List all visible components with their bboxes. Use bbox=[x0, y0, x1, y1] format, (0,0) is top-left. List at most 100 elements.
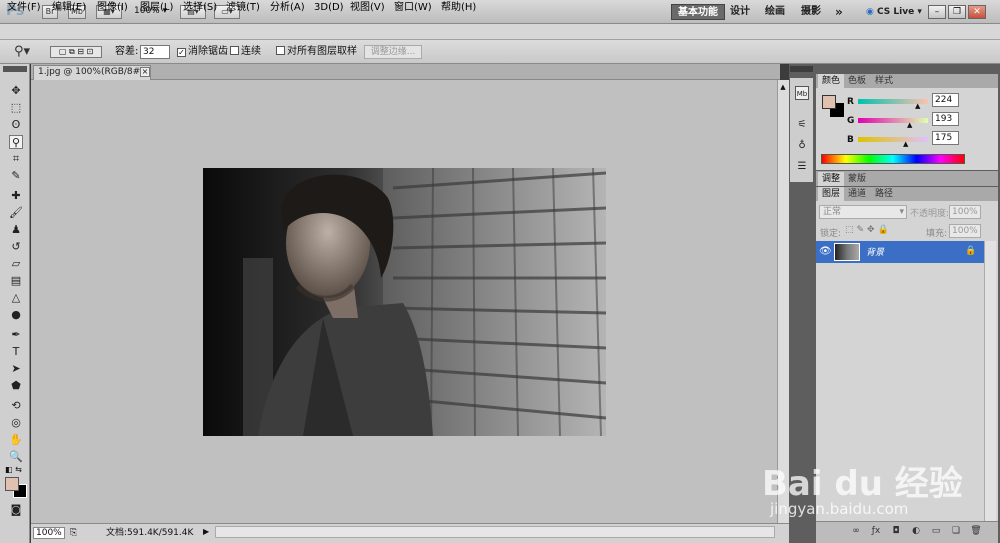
minimize-button[interactable]: – bbox=[928, 5, 946, 19]
menu-view[interactable]: 视图(V) bbox=[350, 1, 385, 15]
menu-window[interactable]: 窗口(W) bbox=[394, 1, 432, 15]
workspace-painting[interactable]: 绘画 bbox=[765, 4, 785, 20]
sample-all-layers-checkbox[interactable]: 对所有图层取样 bbox=[276, 45, 357, 59]
foreground-color-swatch[interactable] bbox=[5, 477, 19, 491]
blend-mode-select[interactable]: 正常 ▾ bbox=[819, 205, 907, 219]
opacity-input[interactable]: 100% bbox=[949, 205, 981, 219]
adjustment-layer-icon[interactable]: ◐ bbox=[910, 525, 922, 537]
blur-tool-icon[interactable]: △ bbox=[9, 291, 23, 305]
antialias-checkbox[interactable]: ✓ 消除锯齿 bbox=[177, 45, 228, 59]
selection-mode-icons[interactable]: ▢ ⧉ ⊟ ⊡ bbox=[50, 46, 102, 58]
actions-panel-icon[interactable]: ☰ bbox=[795, 160, 809, 174]
toolbox-grip[interactable] bbox=[3, 66, 27, 72]
lock-label: 锁定: bbox=[820, 229, 842, 239]
layers-scrollbar[interactable] bbox=[984, 241, 996, 521]
menu-file[interactable]: 文件(F) bbox=[7, 1, 41, 15]
menu-layer[interactable]: 图层(L) bbox=[140, 1, 173, 15]
eyedropper-tool-icon[interactable]: ✎ bbox=[9, 169, 23, 183]
3d-orbit-tool-icon[interactable]: ◎ bbox=[9, 416, 23, 430]
dock-grip[interactable] bbox=[790, 66, 813, 72]
eye-visibility-icon[interactable]: 👁 bbox=[819, 246, 832, 257]
layer-style-icon[interactable]: ƒx bbox=[870, 525, 882, 537]
gradient-tool-icon[interactable]: ▤ bbox=[9, 274, 23, 288]
menu-analysis[interactable]: 分析(A) bbox=[270, 1, 305, 15]
menu-help[interactable]: 帮助(H) bbox=[441, 1, 476, 15]
r-slider-handle-icon[interactable]: ▲ bbox=[915, 102, 920, 110]
3d-rotate-tool-icon[interactable]: ⟲ bbox=[9, 399, 23, 413]
menu-image[interactable]: 图像(I) bbox=[97, 1, 128, 15]
type-tool-icon[interactable]: T bbox=[9, 345, 23, 359]
g-slider[interactable] bbox=[858, 118, 928, 123]
refine-edge-button[interactable]: 调整边缘... bbox=[364, 45, 422, 59]
menu-filter[interactable]: 滤镜(T) bbox=[226, 1, 260, 15]
eraser-tool-icon[interactable]: ▱ bbox=[9, 257, 23, 271]
trash-icon[interactable]: 🗑 bbox=[970, 525, 982, 537]
add-mask-icon[interactable]: ◘ bbox=[890, 525, 902, 537]
marquee-tool-icon[interactable]: ⬚ bbox=[9, 101, 23, 115]
new-layer-icon[interactable]: ❏ bbox=[950, 525, 962, 537]
close-button[interactable]: ✕ bbox=[968, 5, 986, 19]
cs-live-menu[interactable]: ◉ CS Live ▾ bbox=[866, 4, 922, 20]
menu-select[interactable]: 选择(S) bbox=[183, 1, 217, 15]
scroll-up-icon[interactable]: ▲ bbox=[778, 82, 788, 92]
menu-3d[interactable]: 3D(D) bbox=[314, 1, 344, 15]
dodge-tool-icon[interactable]: ● bbox=[9, 308, 23, 322]
lasso-tool-icon[interactable]: ʘ bbox=[9, 118, 23, 132]
fill-input[interactable]: 100% bbox=[949, 224, 981, 238]
menu-edit[interactable]: 编辑(E) bbox=[52, 1, 86, 15]
close-document-icon[interactable]: × bbox=[140, 67, 150, 77]
status-menu-arrow-icon[interactable]: ▶ bbox=[203, 527, 209, 536]
healing-brush-tool-icon[interactable]: ✚ bbox=[9, 189, 23, 203]
zoom-tool-icon[interactable]: 🔍 bbox=[9, 450, 23, 464]
mini-bridge-panel-icon[interactable]: Mb bbox=[795, 86, 809, 100]
crop-tool-icon[interactable]: ⌗ bbox=[9, 152, 23, 166]
shape-tool-icon[interactable]: ⬟ bbox=[9, 379, 23, 393]
workspace-essentials[interactable]: 基本功能 bbox=[671, 4, 725, 20]
quick-mask-icon[interactable]: ◙ bbox=[9, 503, 23, 517]
tool-presets-panel-icon[interactable]: ⚟ bbox=[795, 118, 809, 132]
color-spectrum-bar[interactable] bbox=[821, 154, 965, 164]
horizontal-scrollbar[interactable] bbox=[215, 526, 775, 538]
panel-foreground-swatch[interactable] bbox=[822, 95, 836, 109]
g-slider-handle-icon[interactable]: ▲ bbox=[907, 121, 912, 129]
pen-tool-icon[interactable]: ✒ bbox=[9, 328, 23, 342]
tab-masks[interactable]: 蒙版 bbox=[844, 172, 870, 186]
hand-tool-icon[interactable]: ✋ bbox=[9, 433, 23, 447]
tab-adjustments[interactable]: 调整 bbox=[818, 172, 845, 186]
history-brush-tool-icon[interactable]: ↺ bbox=[9, 240, 23, 254]
restore-button[interactable]: ❐ bbox=[948, 5, 966, 19]
tab-swatches[interactable]: 色板 bbox=[844, 74, 870, 88]
clone-source-panel-icon[interactable]: ♁ bbox=[795, 139, 809, 153]
status-info-icon[interactable]: ⎘ bbox=[70, 527, 82, 539]
b-slider[interactable] bbox=[858, 137, 928, 142]
tab-channels[interactable]: 通道 bbox=[844, 187, 870, 201]
magic-wand-tool-icon[interactable]: ⚲ bbox=[9, 135, 23, 149]
path-selection-tool-icon[interactable]: ➤ bbox=[9, 362, 23, 376]
layer-name[interactable]: 背景 bbox=[866, 245, 884, 258]
r-value-input[interactable]: 224 bbox=[932, 93, 959, 107]
tab-color[interactable]: 颜色 bbox=[818, 74, 845, 88]
status-zoom-field[interactable]: 100% bbox=[33, 527, 65, 539]
workspace-photography[interactable]: 摄影 bbox=[801, 4, 821, 20]
move-tool-icon[interactable]: ✥ bbox=[9, 84, 23, 98]
b-slider-handle-icon[interactable]: ▲ bbox=[903, 140, 908, 148]
b-value-input[interactable]: 175 bbox=[932, 131, 959, 145]
default-colors-icon[interactable]: ◧ ⇆ bbox=[5, 465, 22, 474]
sample-all-label: 对所有图层取样 bbox=[287, 46, 357, 57]
clone-stamp-tool-icon[interactable]: ♟ bbox=[9, 223, 23, 237]
lock-options-icons[interactable]: ⬚✎✥🔒 bbox=[845, 225, 892, 235]
workspace-design[interactable]: 设计 bbox=[730, 4, 750, 20]
tolerance-input[interactable]: 32 bbox=[140, 45, 170, 59]
tab-paths[interactable]: 路径 bbox=[871, 187, 897, 201]
document-tab[interactable]: 1.jpg @ 100%(RGB/8#) bbox=[33, 65, 151, 80]
brush-tool-icon[interactable]: 🖌 bbox=[9, 206, 23, 220]
link-layers-icon[interactable]: ∞ bbox=[850, 525, 862, 537]
g-value-input[interactable]: 193 bbox=[932, 112, 959, 126]
blend-mode-value: 正常 bbox=[823, 207, 842, 217]
more-workspaces-button[interactable]: » bbox=[835, 4, 843, 20]
new-group-icon[interactable]: ▭ bbox=[930, 525, 942, 537]
tab-layers[interactable]: 图层 bbox=[818, 187, 845, 201]
tab-styles[interactable]: 样式 bbox=[871, 74, 897, 88]
contiguous-checkbox[interactable]: 连续 bbox=[230, 45, 261, 59]
magic-wand-preset-icon[interactable]: ⚲▾ bbox=[14, 44, 30, 59]
